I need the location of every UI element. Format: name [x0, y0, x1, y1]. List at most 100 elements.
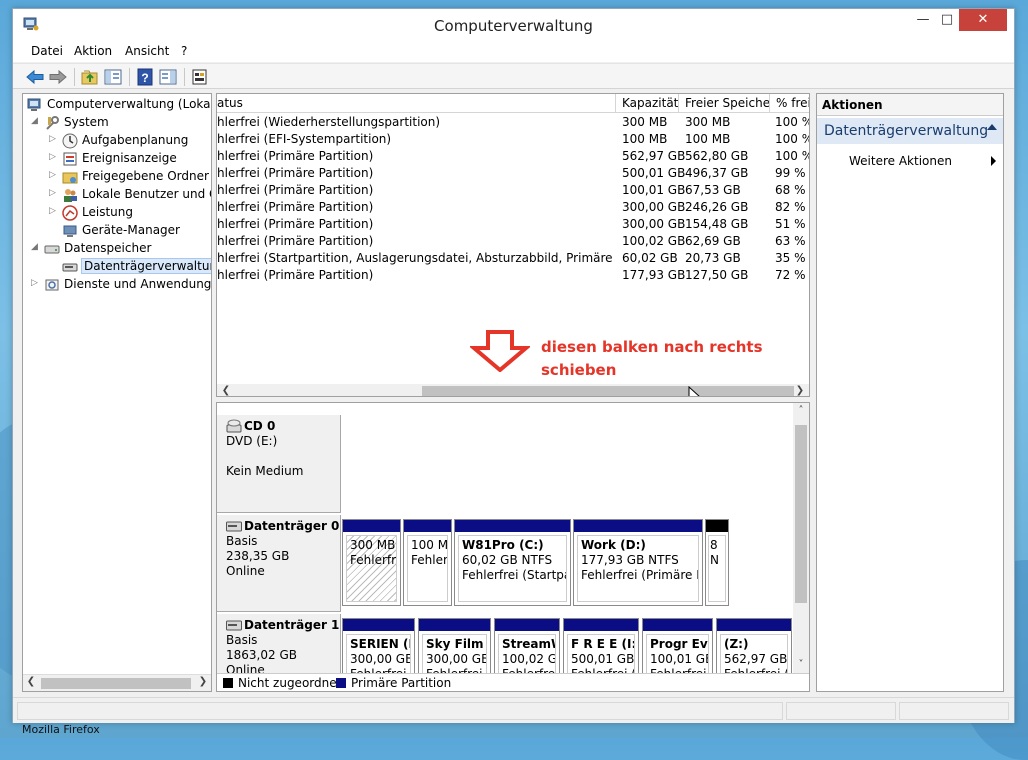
disk-type: Basis [226, 534, 258, 548]
table-row[interactable]: hlerfrei (Primäre Partition) 177,93 GB 1… [217, 267, 809, 284]
table-row[interactable]: hlerfrei (Startpartition, Auslagerungsda… [217, 250, 809, 267]
expanded-arrow-icon[interactable]: ◢ [31, 116, 41, 126]
volume-list-horizontal-scrollbar[interactable]: ❮ ❯ [217, 384, 809, 396]
menu-ansicht[interactable]: Ansicht [125, 44, 169, 58]
partition-status: Fehlerfrei [350, 553, 396, 567]
scrollbar-thumb[interactable] [41, 678, 191, 689]
help-icon[interactable]: ? [135, 67, 155, 87]
collapsed-arrow-icon[interactable]: ▷ [49, 206, 59, 216]
disk-management-icon [62, 263, 78, 272]
toolbar-separator [184, 68, 185, 86]
taskbar-label[interactable]: Mozilla Firefox [22, 723, 100, 736]
collapse-arrow-icon[interactable] [987, 124, 997, 130]
svg-text:?: ? [141, 71, 148, 85]
performance-icon [62, 205, 78, 221]
scroll-left-icon[interactable]: ❮ [219, 385, 233, 396]
partition-size: 300 MB [350, 538, 396, 552]
partition-block[interactable]: W81Pro (C:) 60,02 GB NTFS Fehlerfrei (St… [454, 519, 571, 606]
menu-datei[interactable]: Datei [31, 44, 63, 58]
partition-block[interactable]: Work (D:) 177,93 GB NTFS Fehlerfrei (Pri… [573, 519, 703, 606]
table-row[interactable]: hlerfrei (Primäre Partition) 100,01 GB 6… [217, 182, 809, 199]
table-row[interactable]: hlerfrei (Primäre Partition) 100,02 GB 6… [217, 233, 809, 250]
cell-capacity: 562,97 GB [622, 149, 686, 163]
partition-type-bar [343, 619, 414, 631]
actions-pane: Aktionen Datenträgerverwaltung Weitere A… [816, 93, 1004, 692]
disk-info-cd0[interactable]: CD 0 DVD (E:) Kein Medium [217, 415, 341, 513]
collapsed-arrow-icon[interactable]: ▷ [49, 170, 59, 180]
column-header-status[interactable]: atus [217, 94, 616, 113]
partition-type-bar [717, 619, 791, 631]
partition-details: 8 N [708, 535, 726, 602]
disk-info-0[interactable]: Datenträger 0 Basis 238,35 GB Online [217, 515, 341, 612]
close-button[interactable]: ✕ [959, 9, 1007, 31]
actions-section-datentraegerverwaltung[interactable]: Datenträgerverwaltung [817, 118, 1003, 144]
column-header-capacity[interactable]: Kapazität [616, 94, 679, 113]
scroll-left-icon[interactable]: ❮ [24, 676, 38, 687]
disk-row-cd0: CD 0 DVD (E:) Kein Medium [217, 415, 795, 513]
minimize-button[interactable]: — [911, 9, 935, 31]
title-bar[interactable]: Computerverwaltung — □ ✕ [13, 9, 1014, 41]
more-actions-item[interactable]: Weitere Aktionen [849, 154, 952, 168]
partition-type-bar [404, 520, 451, 532]
menu-help[interactable]: ? [181, 44, 187, 58]
table-row[interactable]: hlerfrei (Primäre Partition) 562,97 GB 5… [217, 148, 809, 165]
disk-map: CD 0 DVD (E:) Kein Medium Datenträger 0 … [216, 402, 810, 692]
collapsed-arrow-icon[interactable]: ▷ [49, 152, 59, 162]
services-icon [45, 279, 59, 291]
column-header-percent-free[interactable]: % frei [770, 94, 809, 113]
disk-name: Datenträger 1 [226, 618, 340, 633]
scroll-up-icon[interactable]: ˄ [794, 405, 808, 416]
collapsed-arrow-icon[interactable]: ▷ [49, 188, 59, 198]
disk-properties-icon[interactable] [190, 67, 210, 87]
disk-name-text: CD 0 [244, 419, 276, 433]
table-row[interactable]: hlerfrei (EFI-Systempartition) 100 MB 10… [217, 131, 809, 148]
disk-type: DVD (E:) [226, 434, 278, 448]
table-row[interactable]: hlerfrei (Primäre Partition) 500,01 GB 4… [217, 165, 809, 182]
scroll-down-icon[interactable]: ˅ [794, 659, 808, 670]
table-row[interactable]: hlerfrei (Wiederherstellungspartition) 3… [217, 114, 809, 131]
partition-block-unallocated[interactable]: 8 N [705, 519, 729, 606]
scrollbar-thumb[interactable] [422, 386, 794, 396]
show-hide-tree-icon[interactable] [103, 67, 123, 87]
table-row[interactable]: hlerfrei (Primäre Partition) 300,00 GB 2… [217, 199, 809, 216]
disk-map-vertical-scrollbar[interactable]: ˄ ˅ [793, 403, 809, 675]
cell-capacity: 300 MB [622, 115, 668, 129]
submenu-arrow-icon[interactable] [991, 156, 996, 166]
disk-row-0: Datenträger 0 Basis 238,35 GB Online 300… [217, 515, 795, 612]
hard-disk-icon [226, 521, 242, 532]
cell-free: 300 MB [685, 115, 731, 129]
cell-percent: 100 % [775, 149, 810, 163]
hard-disk-icon [226, 620, 242, 631]
table-row[interactable]: hlerfrei (Primäre Partition) 300,00 GB 1… [217, 216, 809, 233]
optical-drive-icon [226, 419, 242, 433]
show-action-pane-icon[interactable] [158, 67, 178, 87]
scroll-right-icon[interactable]: ❯ [793, 385, 807, 396]
legend-label: Nicht zugeordnet [238, 676, 342, 690]
column-header-free-space[interactable]: Freier Speicher [679, 94, 770, 113]
disk-name: CD 0 [226, 419, 340, 434]
forward-arrow-icon[interactable] [48, 67, 68, 87]
expanded-arrow-icon[interactable]: ◢ [31, 242, 41, 252]
status-bar [13, 697, 1014, 723]
partition-block[interactable]: 300 MB Fehlerfrei [342, 519, 401, 606]
toolbar: ? [13, 63, 1014, 89]
collapsed-arrow-icon[interactable]: ▷ [31, 278, 41, 288]
partition-name: Work (D:) [581, 538, 646, 552]
collapsed-arrow-icon[interactable]: ▷ [49, 134, 59, 144]
tree-horizontal-scrollbar[interactable]: ❮ ❯ [23, 674, 211, 691]
up-folder-icon[interactable] [80, 67, 100, 87]
annotation-arrow-icon [470, 330, 530, 372]
menu-aktion[interactable]: Aktion [74, 44, 112, 58]
device-manager-icon [63, 225, 77, 237]
tree-label: Dienste und Anwendungen [64, 277, 212, 291]
back-arrow-icon[interactable] [25, 67, 45, 87]
maximize-button[interactable]: □ [935, 9, 959, 31]
cell-status: hlerfrei (Startpartition, Auslagerungsda… [217, 251, 614, 265]
status-segment [17, 702, 783, 720]
partition-type-bar [343, 520, 400, 532]
partition-block[interactable]: 100 MI Fehlerl [403, 519, 452, 606]
scroll-right-icon[interactable]: ❯ [196, 676, 210, 687]
cell-capacity: 300,00 GB [622, 200, 686, 214]
scrollbar-thumb[interactable] [795, 425, 807, 603]
